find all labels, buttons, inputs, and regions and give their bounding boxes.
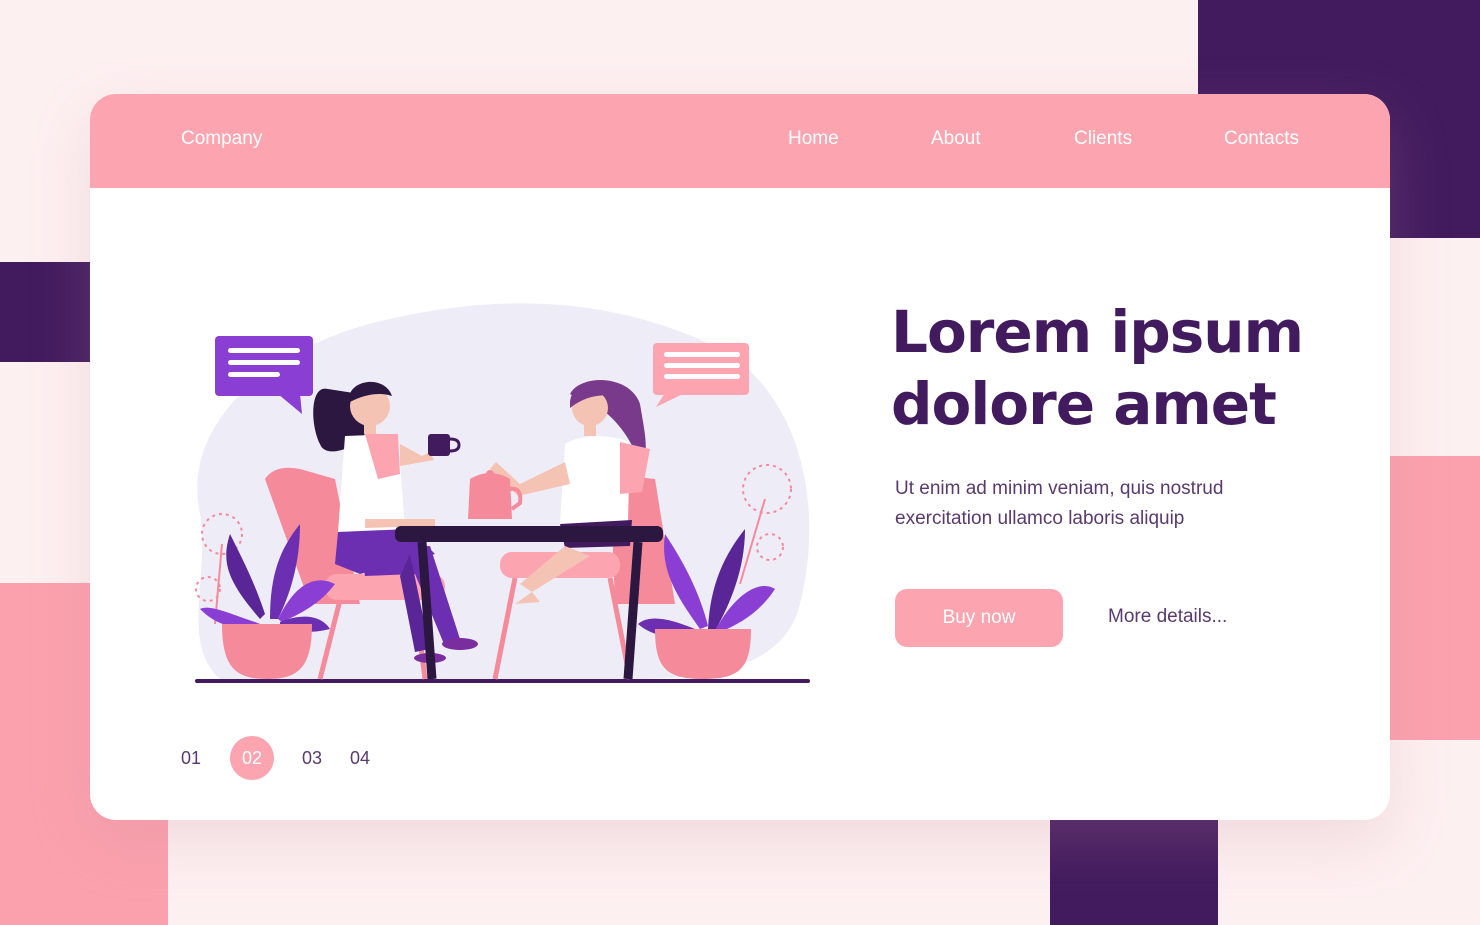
nav-clients[interactable]: Clients (1074, 128, 1132, 150)
description-line-2: exercitation ullamco laboris aliquip (895, 508, 1185, 529)
nav-home[interactable]: Home (788, 128, 839, 150)
brand-logo[interactable]: Company (181, 128, 262, 150)
nav-contacts[interactable]: Contacts (1224, 128, 1299, 150)
hero-illustration (195, 303, 810, 683)
page-01[interactable]: 01 (169, 736, 213, 780)
navbar: Company Home About Clients Contacts (90, 94, 1390, 188)
page-02-active[interactable]: 02 (230, 736, 274, 780)
hero-headline: Lorem ipsum dolore amet (891, 296, 1371, 440)
headline-line-1: Lorem ipsum (891, 298, 1304, 366)
headline-line-2: dolore amet (891, 370, 1277, 438)
decor-block-dark-left (0, 262, 90, 362)
description-line-1: Ut enim ad minim veniam, quis nostrud (895, 478, 1224, 499)
nav-about[interactable]: About (931, 128, 981, 150)
page-03[interactable]: 03 (290, 736, 334, 780)
decor-block-pink-right (1390, 456, 1480, 740)
page-04[interactable]: 04 (338, 736, 382, 780)
decor-block-dark-bottom (1050, 820, 1218, 925)
floor-line (195, 679, 810, 683)
more-details-link[interactable]: More details... (1108, 606, 1227, 628)
hero-description: Ut enim ad minim veniam, quis nostrud ex… (895, 474, 1255, 534)
landing-card: Company Home About Clients Contacts Lore… (90, 94, 1390, 820)
buy-now-button[interactable]: Buy now (895, 589, 1063, 647)
